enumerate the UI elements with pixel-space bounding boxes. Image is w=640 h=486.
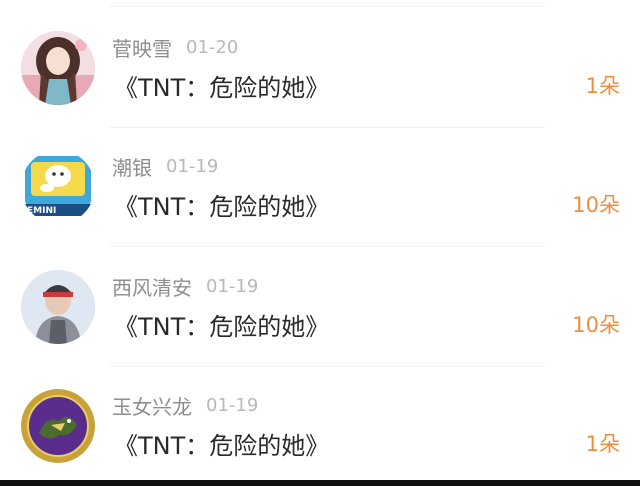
- divider: [110, 6, 545, 7]
- avatar-dragon-emblem-icon: [21, 389, 95, 463]
- date: 01-19: [206, 275, 259, 297]
- item-title: 《TNT：危险的她》: [114, 74, 330, 102]
- list-item[interactable]: 西风清安 01-19 《TNT：危险的她》 10朵: [0, 247, 640, 367]
- bottom-edge-bar: [0, 480, 640, 486]
- list-item[interactable]: EMINI 潮银 01-19 《TNT：危险的她》 10朵: [0, 127, 640, 247]
- gift-list: 菅映雪 01-20 《TNT：危险的她》 1朵 EMINI 潮银 01-19 《…: [0, 0, 640, 486]
- date: 01-19: [166, 155, 219, 177]
- avatar-cartoon-icon: EMINI: [21, 150, 95, 224]
- flower-count: 10朵: [572, 193, 620, 217]
- item-title: 《TNT：危险的她》: [114, 432, 330, 460]
- list-item[interactable]: 玉女兴龙 01-19 《TNT：危险的她》 1朵: [0, 366, 640, 486]
- avatar[interactable]: [21, 270, 95, 344]
- avatar[interactable]: EMINI: [21, 150, 95, 224]
- avatar[interactable]: [21, 389, 95, 463]
- flower-count: 1朵: [585, 74, 620, 98]
- item-title: 《TNT：危险的她》: [114, 313, 330, 341]
- date: 01-20: [186, 36, 239, 58]
- flower-count: 10朵: [572, 313, 620, 337]
- date: 01-19: [206, 394, 259, 416]
- user-name[interactable]: 玉女兴龙: [112, 391, 192, 420]
- avatar-anime-girl-icon: [21, 31, 95, 105]
- list-item[interactable]: 菅映雪 01-20 《TNT：危险的她》 1朵: [0, 8, 640, 128]
- user-name[interactable]: 潮银: [112, 152, 152, 181]
- flower-count: 1朵: [585, 432, 620, 456]
- user-name[interactable]: 菅映雪: [112, 33, 172, 62]
- user-name[interactable]: 西风清安: [112, 272, 192, 301]
- avatar-photo-person-icon: [21, 270, 95, 344]
- avatar[interactable]: [21, 31, 95, 105]
- item-title: 《TNT：危险的她》: [114, 193, 330, 221]
- avatar-text: EMINI: [27, 206, 56, 216]
